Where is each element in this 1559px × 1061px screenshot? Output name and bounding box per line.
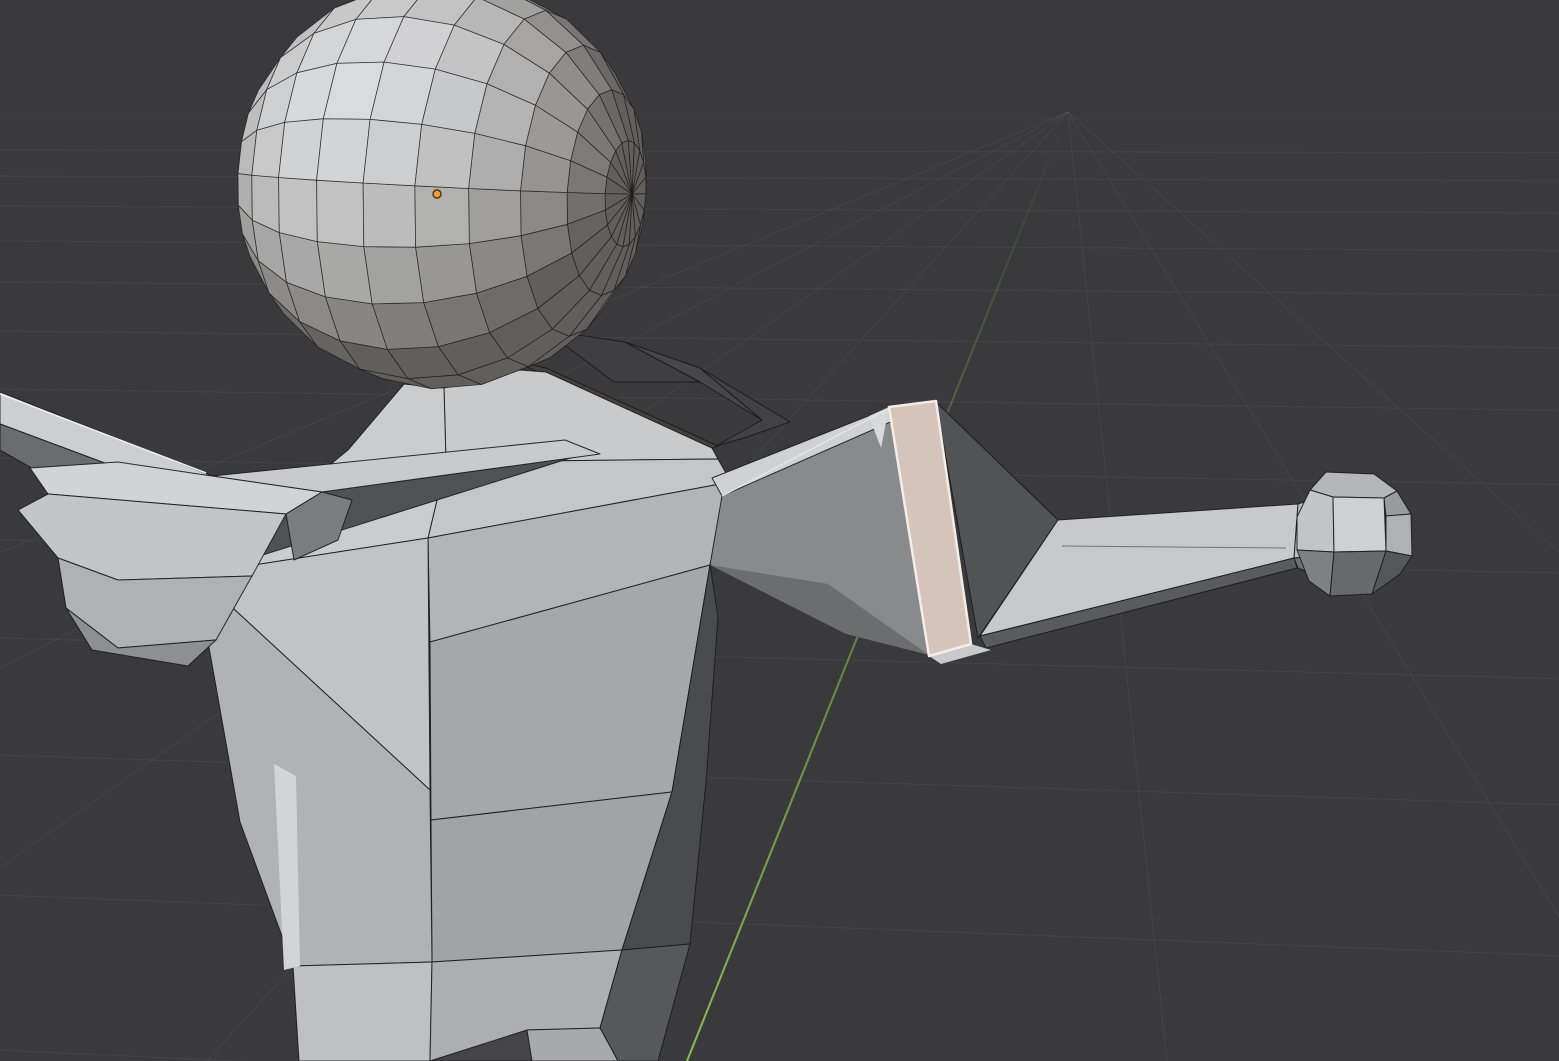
blender-3d-viewport[interactable] (0, 0, 1559, 1061)
mesh-face-hand-facet-mid-right[interactable] (1386, 514, 1412, 556)
head-face[interactable] (317, 242, 372, 304)
grid-line-x (0, 150, 1559, 153)
head-face[interactable] (279, 178, 318, 242)
mesh-face-hand-facet-mid-center[interactable] (1333, 497, 1386, 552)
viewport-canvas[interactable] (0, 0, 1559, 1061)
grid-line-x (0, 895, 1559, 956)
head-face[interactable] (364, 247, 424, 304)
head-face[interactable] (416, 244, 477, 303)
head-face[interactable] (469, 189, 521, 244)
head-face[interactable] (415, 124, 475, 188)
head-face[interactable] (317, 119, 371, 183)
head-face[interactable] (279, 119, 324, 180)
grid-line-x (0, 206, 1559, 213)
head-face[interactable] (363, 183, 416, 247)
mesh-face-hand-facet-mid-left[interactable] (1297, 490, 1334, 552)
mesh-face-left-leg[interactable] (293, 962, 432, 1061)
mesh-face-hand-facet-bottom-left[interactable] (1297, 550, 1334, 596)
grid-line-x (0, 282, 1559, 295)
grid-line-x (0, 1050, 1559, 1061)
head-face[interactable] (363, 119, 422, 185)
grid-line-x (0, 241, 1559, 251)
head-sphere[interactable] (238, 0, 646, 389)
character-mesh[interactable] (0, 330, 1412, 1061)
grid-line-x (0, 331, 1559, 348)
head-face[interactable] (317, 180, 364, 246)
grid-line-x (0, 176, 1559, 181)
selected-vertex[interactable] (433, 190, 441, 198)
grid-line-x (0, 389, 1559, 410)
head-face[interactable] (415, 186, 469, 247)
